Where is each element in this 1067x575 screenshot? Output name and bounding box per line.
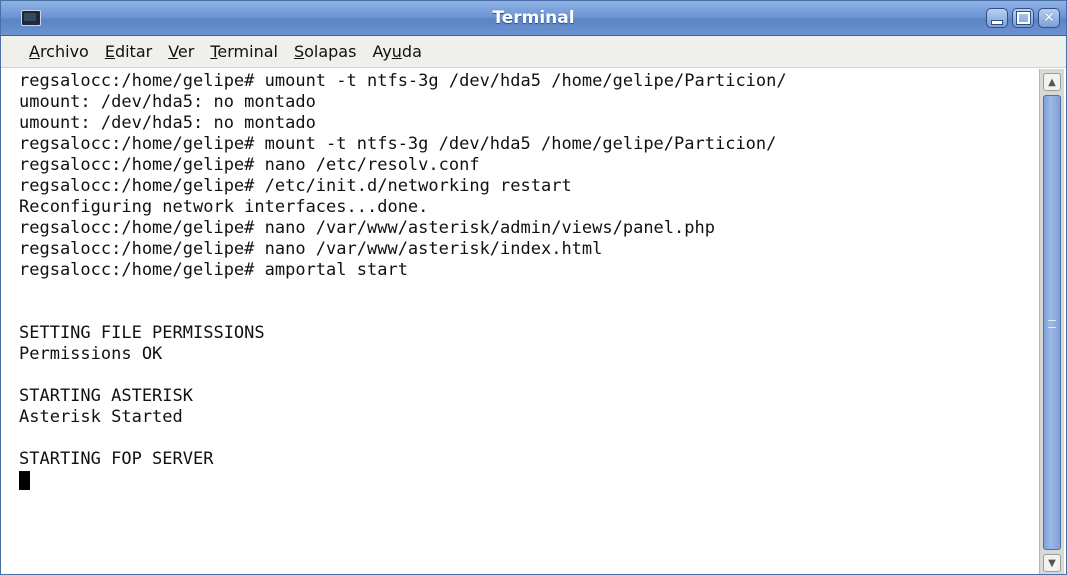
window-title: Terminal bbox=[492, 8, 575, 28]
title-bar[interactable]: Terminal ✕ bbox=[1, 1, 1066, 36]
minimize-icon bbox=[991, 19, 1003, 25]
terminal-cursor-line bbox=[19, 470, 1038, 491]
terminal-line: regsalocc:/home/gelipe# umount -t ntfs-3… bbox=[19, 71, 787, 91]
terminal-output[interactable]: regsalocc:/home/gelipe# umount -t ntfs-3… bbox=[1, 69, 1038, 574]
menu-bar: Archivo Editar Ver Terminal Solapas Ayud… bbox=[1, 36, 1066, 68]
terminal-line: STARTING FOP SERVER bbox=[19, 449, 214, 469]
menu-archivo[interactable]: Archivo bbox=[29, 42, 89, 61]
menu-ayuda[interactable]: Ayuda bbox=[372, 42, 421, 61]
close-button[interactable]: ✕ bbox=[1038, 8, 1060, 28]
menu-terminal[interactable]: Terminal bbox=[210, 42, 278, 61]
maximize-button[interactable] bbox=[1012, 8, 1034, 28]
menu-solapas[interactable]: Solapas bbox=[294, 42, 357, 61]
terminal-window: Terminal ✕ Archivo Editar Ver Terminal S… bbox=[0, 0, 1067, 575]
terminal-line: regsalocc:/home/gelipe# /etc/init.d/netw… bbox=[19, 176, 572, 196]
minimize-button[interactable] bbox=[986, 8, 1008, 28]
maximize-icon bbox=[1015, 11, 1031, 25]
terminal-line: SETTING FILE PERMISSIONS bbox=[19, 323, 265, 343]
terminal-line: umount: /dev/hda5: no montado bbox=[19, 92, 316, 112]
scroll-up-button[interactable]: ▲ bbox=[1043, 73, 1061, 91]
terminal-line: umount: /dev/hda5: no montado bbox=[19, 113, 316, 133]
menu-editar[interactable]: Editar bbox=[105, 42, 152, 61]
terminal-line: regsalocc:/home/gelipe# amportal start bbox=[19, 260, 408, 280]
terminal-cursor bbox=[19, 470, 30, 490]
terminal-line: regsalocc:/home/gelipe# mount -t ntfs-3g… bbox=[19, 134, 777, 154]
terminal-line: regsalocc:/home/gelipe# nano /var/www/as… bbox=[19, 218, 715, 238]
window-controls: ✕ bbox=[986, 8, 1060, 28]
terminal-line: regsalocc:/home/gelipe# nano /etc/resolv… bbox=[19, 155, 480, 175]
terminal-line: Permissions OK bbox=[19, 344, 163, 364]
chevron-up-icon: ▲ bbox=[1048, 76, 1056, 88]
vertical-scrollbar[interactable]: ▲ ▼ bbox=[1039, 69, 1064, 574]
terminal-line: regsalocc:/home/gelipe# nano /var/www/as… bbox=[19, 239, 603, 259]
scrollbar-thumb[interactable] bbox=[1043, 95, 1061, 550]
grip-icon bbox=[1048, 319, 1056, 328]
menu-ver[interactable]: Ver bbox=[168, 42, 194, 61]
chevron-down-icon: ▼ bbox=[1048, 557, 1056, 569]
terminal-line: STARTING ASTERISK bbox=[19, 386, 193, 406]
close-icon: ✕ bbox=[1043, 10, 1055, 26]
terminal-line: Asterisk Started bbox=[19, 407, 183, 427]
terminal-line: Reconfiguring network interfaces...done. bbox=[19, 197, 429, 217]
scroll-down-button[interactable]: ▼ bbox=[1043, 554, 1061, 572]
